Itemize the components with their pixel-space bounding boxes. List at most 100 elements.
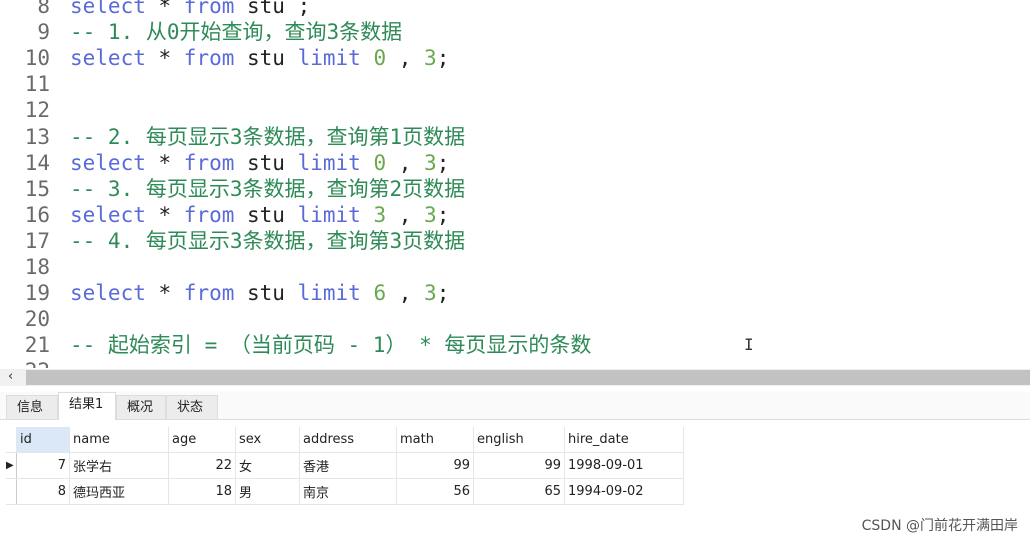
cell-id[interactable]: 8 [16,478,70,505]
code-line[interactable]: 12 [0,97,70,123]
code-line[interactable]: 8 select * from stu ; [0,0,310,19]
column-header-address[interactable]: address [299,427,397,453]
cell-math[interactable]: 99 [396,452,474,479]
code-line[interactable]: 9 -- 1. 从0开始查询，查询3条数据 [0,19,402,45]
tab-0[interactable]: 信息 [6,395,58,420]
code-line[interactable]: 18 [0,254,70,280]
result-tabs: 信息 结果1 概况 状态 [0,392,1030,420]
code-line[interactable]: 15 -- 3. 每页显示3条数据，查询第2页数据 [0,176,465,202]
cell-age[interactable]: 18 [168,478,236,505]
line-number: 14 [24,150,50,175]
column-header-english[interactable]: english [473,427,565,453]
line-number: 20 [24,307,50,332]
code-token: limit [297,281,361,306]
code-token: ; [436,202,450,227]
column-header-name[interactable]: name [69,427,169,453]
cell-address[interactable]: 香港 [299,452,397,479]
code-line[interactable]: 11 [0,71,70,97]
code-token: , [386,46,425,71]
line-number: 17 [24,228,50,253]
code-token: * [145,46,184,71]
code-token: stu [234,202,298,227]
code-token: ; [436,281,450,306]
code-token: select [70,202,146,227]
code-token: 6 [360,281,387,306]
code-token: stu [234,150,298,175]
cell-age[interactable]: 22 [168,452,236,479]
result-grid[interactable]: id name age sex address math english hire_date ▶… [6,427,684,505]
code-token: select [70,150,146,175]
column-header-id[interactable]: id [16,427,70,453]
code-token: limit [297,202,361,227]
cell-math[interactable]: 56 [396,478,474,505]
column-header-age[interactable]: age [168,427,236,453]
line-number: 13 [24,124,50,149]
column-header-hire_date[interactable]: hire_date [564,427,684,453]
cell-id[interactable]: 7 [16,452,70,479]
code-token: select [70,46,146,71]
watermark: CSDN @门前花开满田岸 [861,518,1018,534]
tab-3[interactable]: 状态 [166,395,218,420]
cell-english[interactable]: 65 [473,478,565,505]
cell-sex[interactable]: 男 [235,478,300,505]
code-line[interactable]: 20 [0,306,70,332]
line-number: 15 [24,176,50,201]
code-token: select [70,281,146,306]
code-token: -- 起始索引 = （当前页码 - 1） * 每页显示的条数 [70,333,592,358]
text-cursor-icon: I [744,335,754,354]
cell-sex[interactable]: 女 [235,452,300,479]
line-number: 19 [24,281,50,306]
code-token: from [183,0,235,18]
scroll-left-icon[interactable]: ‹ [8,369,13,384]
code-token: , [386,202,425,227]
line-number: 21 [24,333,50,358]
column-header-sex[interactable]: sex [235,427,300,453]
code-token: 3 [424,46,437,71]
code-token: 3 [360,202,387,227]
code-line[interactable]: 19 select * from stu limit 6 , 3; [0,280,450,306]
code-token: ; [436,46,450,71]
code-line[interactable]: 13 -- 2. 每页显示3条数据，查询第1页数据 [0,124,465,150]
code-token: select [70,0,146,18]
cell-hire_date[interactable]: 1998-09-01 [564,452,684,479]
code-token: from [183,281,235,306]
table-row[interactable]: ▶ 7 张学右 22 女香港 99 99 1998-09-01 [6,452,684,479]
code-token: * [145,281,184,306]
tab-2[interactable]: 概况 [116,395,166,420]
cell-english[interactable]: 99 [473,452,565,479]
code-token: 3 [424,202,437,227]
code-token: 3 [424,150,437,175]
code-token: -- 1. 从0开始查询，查询3条数据 [70,20,403,45]
cell-hire_date[interactable]: 1994-09-02 [564,478,684,505]
code-token: limit [297,150,361,175]
tab-1[interactable]: 结果1 [58,392,116,420]
line-number: 16 [24,202,50,227]
column-header-math[interactable]: math [396,427,474,453]
cell-name[interactable]: 德玛西亚 [69,478,169,505]
code-token: ; [436,150,450,175]
code-line[interactable]: 16 select * from stu limit 3 , 3; [0,202,450,228]
code-line[interactable]: 21 -- 起始索引 = （当前页码 - 1） * 每页显示的条数 [0,332,592,358]
code-token: -- 3. 每页显示3条数据，查询第2页数据 [70,176,466,201]
line-number: 8 [37,0,50,18]
code-token: * [145,150,184,175]
code-token: 0 [360,46,387,71]
sql-editor[interactable]: 8 select * from stu ; 9 -- 1. 从0开始查询，查询3条数据… [0,0,1030,368]
code-line[interactable]: 10 select * from stu limit 0 , 3; [0,45,450,71]
line-number: 22 [0,358,50,368]
scrollbar-thumb[interactable] [26,370,1030,385]
code-line[interactable]: 14 select * from stu limit 0 , 3; [0,150,450,176]
horizontal-scrollbar[interactable]: ‹ [0,369,1030,386]
code-token: * [145,0,184,18]
table-row[interactable]: 8 德玛西亚 18 男南京 56 65 1994-09-02 [6,478,684,505]
cell-name[interactable]: 张学右 [69,452,169,479]
cell-address[interactable]: 南京 [299,478,397,505]
code-token: , [386,281,425,306]
code-line[interactable]: 22 [0,358,70,368]
code-line[interactable]: 17 -- 4. 每页显示3条数据，查询第3页数据 [0,228,465,254]
code-token: -- 4. 每页显示3条数据，查询第3页数据 [70,228,466,253]
code-token: stu ; [234,0,311,18]
line-number: 10 [24,46,50,71]
code-token: * [145,202,184,227]
code-token: -- 2. 每页显示3条数据，查询第1页数据 [70,124,466,149]
